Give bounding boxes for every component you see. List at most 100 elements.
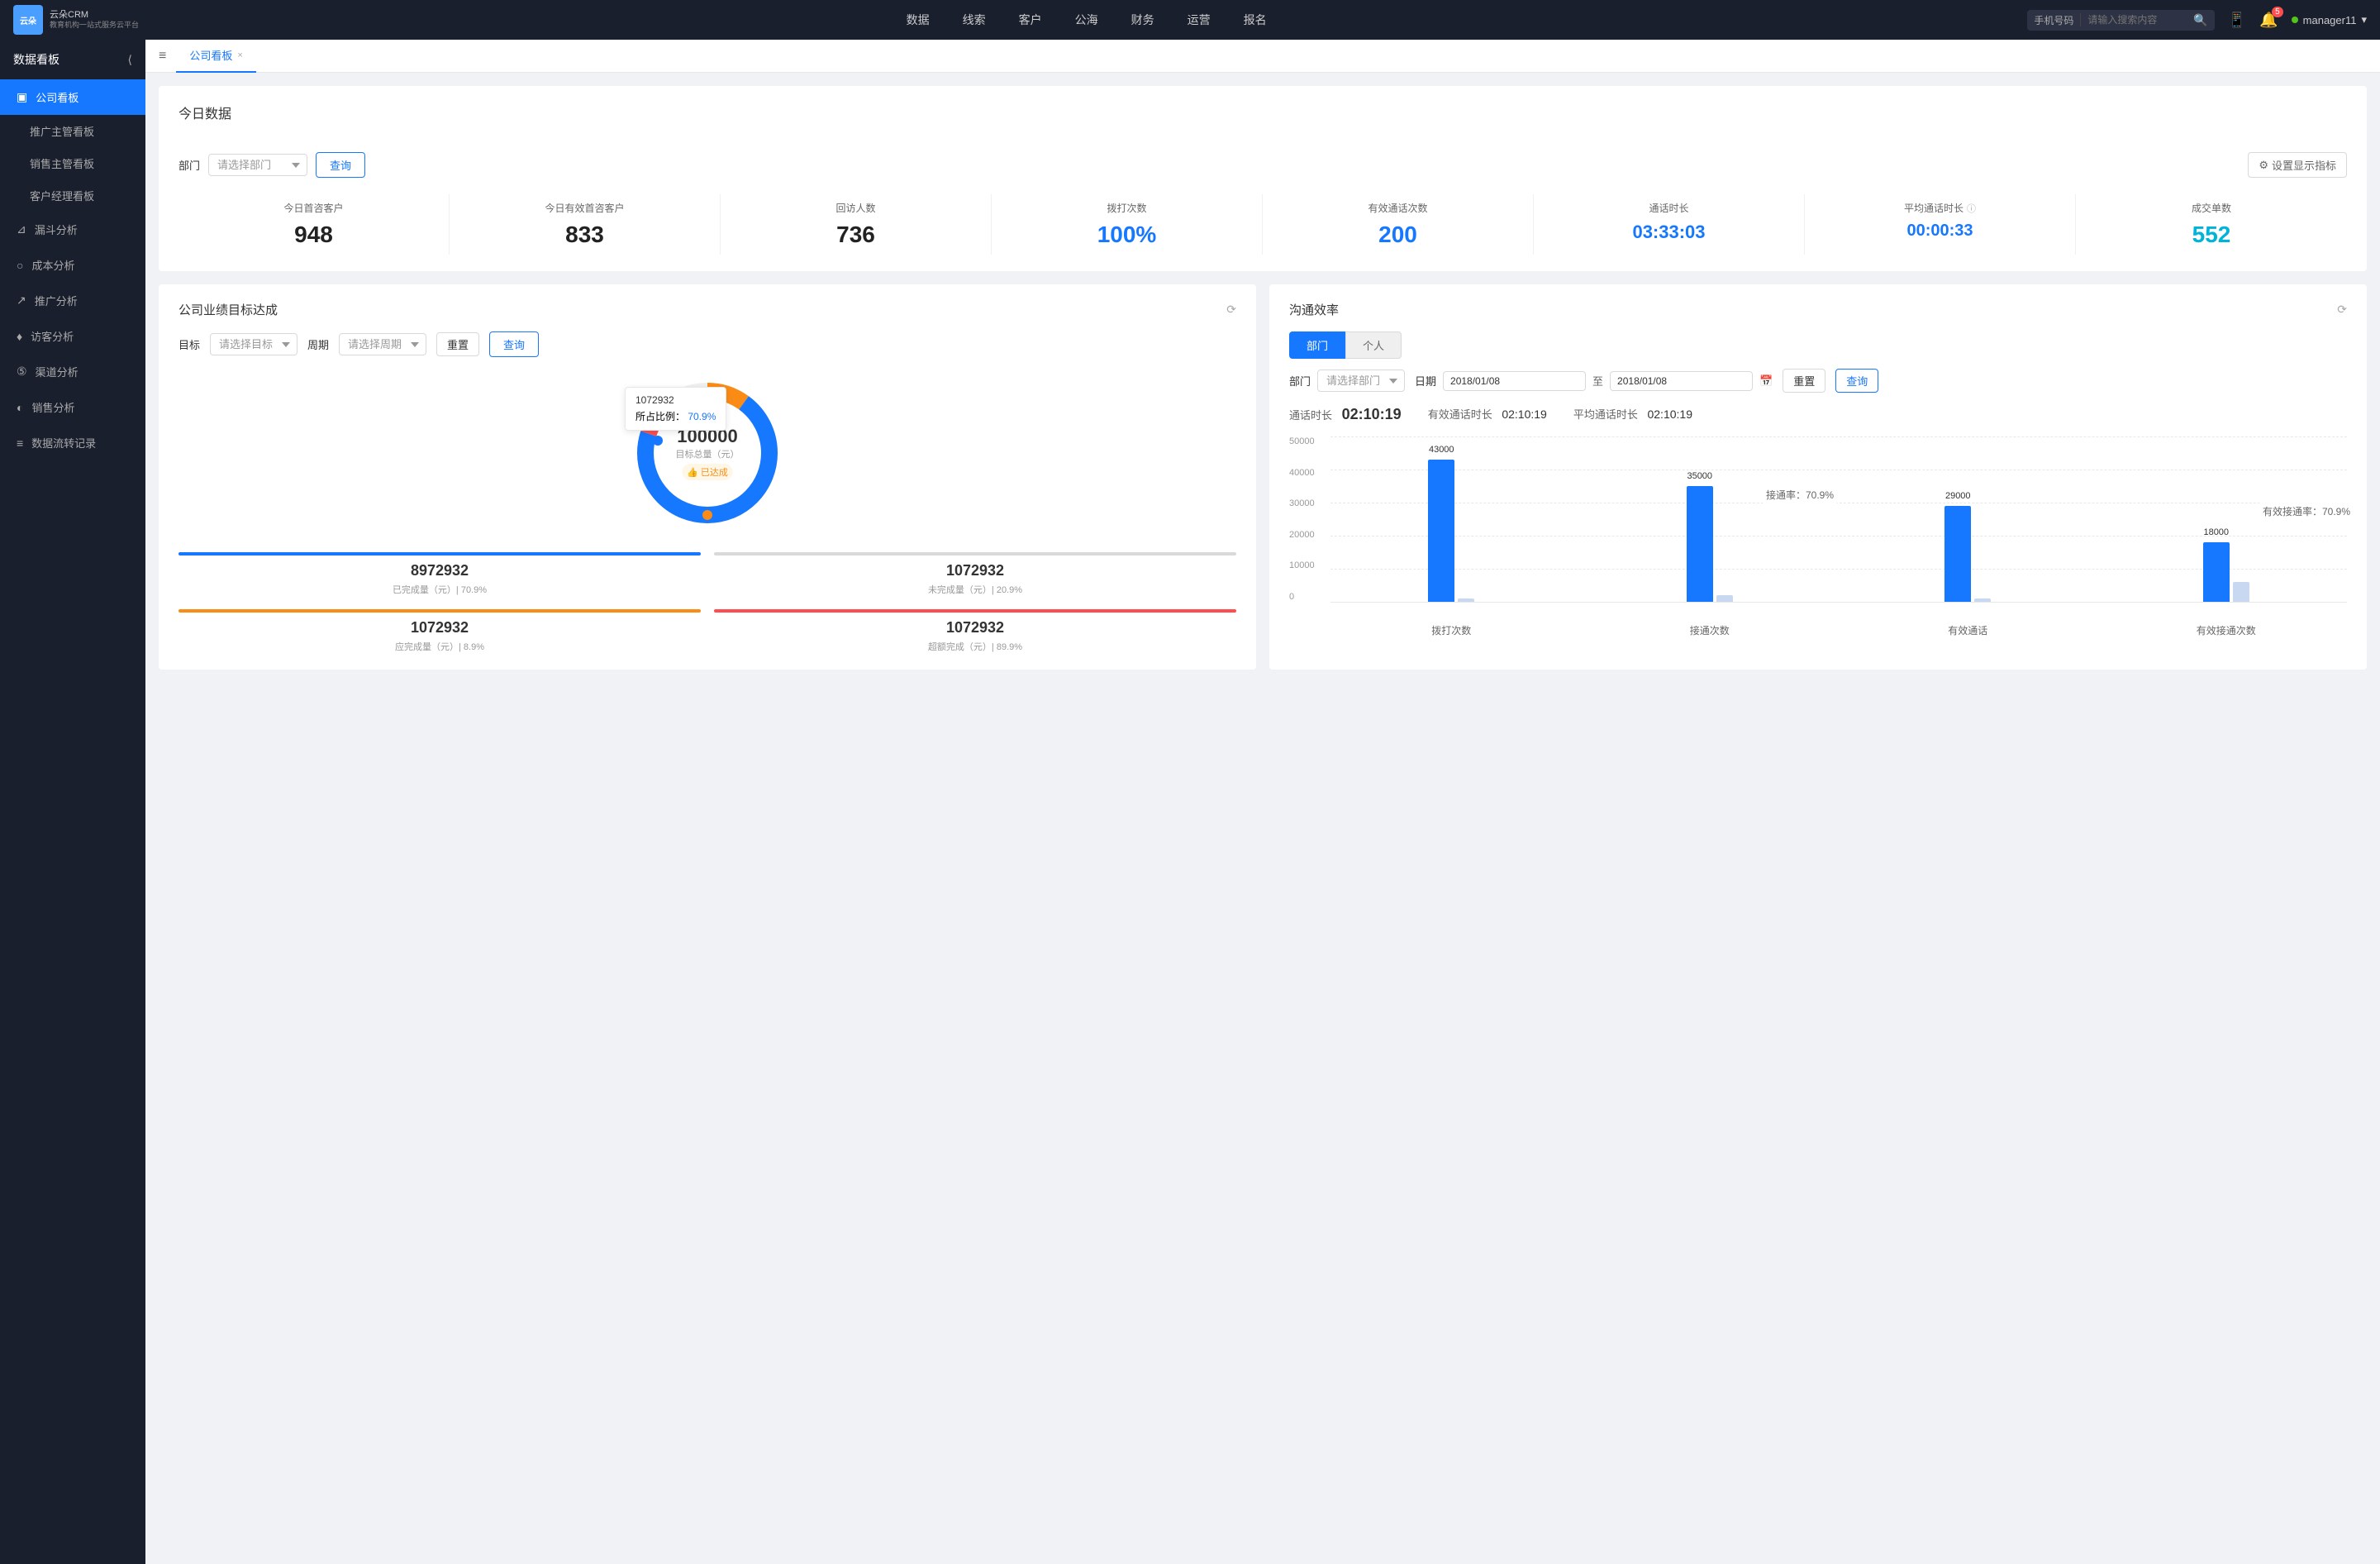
over-complete-value: 1072932 <box>714 619 1236 637</box>
sidebar-item-visitor-label: 访客分析 <box>31 328 74 344</box>
y-label-30k: 30000 <box>1289 498 1315 508</box>
donut-tooltip-id: 1072932 <box>635 394 716 406</box>
y-label-50k: 50000 <box>1289 436 1315 446</box>
goal-target-select[interactable]: 请选择目标 <box>210 333 298 355</box>
sidebar-item-cost[interactable]: ○ 成本分析 <box>0 247 145 283</box>
sidebar-item-data-flow[interactable]: ≡ 数据流转记录 <box>0 425 145 460</box>
goal-chart-header: 公司业绩目标达成 ⟳ <box>178 301 1236 318</box>
tablet-icon[interactable]: 📱 <box>2228 12 2246 29</box>
sales-icon: ◐ <box>17 401 23 414</box>
goal-reset-button[interactable]: 重置 <box>436 332 479 356</box>
comm-date-to[interactable] <box>1610 371 1753 391</box>
nav-registration[interactable]: 报名 <box>1237 8 1273 31</box>
goal-query-button[interactable]: 查询 <box>489 331 539 357</box>
nav-customers[interactable]: 客户 <box>1012 8 1049 31</box>
tab-close-button[interactable]: × <box>237 50 242 60</box>
comm-stat-effective-value: 02:10:19 <box>1502 408 1547 421</box>
sidebar-item-cost-label: 成本分析 <box>31 257 74 273</box>
sidebar-item-sales-mgr[interactable]: 销售主管看板 <box>0 147 145 179</box>
visitor-icon: ♦ <box>17 330 22 343</box>
comm-stat-effective-label: 有效通话时长 <box>1428 408 1492 421</box>
goal-stat-uncompleted: 1072932 未完成量（元）| 20.9% <box>714 552 1236 596</box>
metric-avg-duration-value: 00:00:33 <box>1808 222 2072 241</box>
sidebar-item-channel[interactable]: ⑤ 渠道分析 <box>0 354 145 389</box>
sidebar-item-funnel-label: 漏斗分析 <box>35 222 78 237</box>
today-data-filter: 今日数据 <box>178 103 231 136</box>
comm-dept-label: 部门 <box>1289 373 1311 389</box>
nav-leads[interactable]: 线索 <box>956 8 992 31</box>
metric-first-consult-label: 今日首咨客户 <box>182 201 445 215</box>
top-navigation: 云朵 云朵CRM 教育机构一站式服务云平台 数据 线索 客户 公海 财务 运营 … <box>0 0 2380 40</box>
tab-menu-button[interactable]: ≡ <box>159 49 166 64</box>
sidebar-item-client-mgr[interactable]: 客户经理看板 <box>0 179 145 212</box>
completed-label: 已完成量（元）| 70.9% <box>178 583 701 596</box>
sidebar-item-promoter[interactable]: 推广主管看板 <box>0 115 145 147</box>
goal-target-label: 目标 <box>178 336 200 352</box>
calendar-icon[interactable]: 📅 <box>1759 374 1773 388</box>
dept-filter-label: 部门 <box>178 157 200 173</box>
goal-period-select[interactable]: 请选择周期 <box>339 333 426 355</box>
bars-container: 43000 接通率：70.9% <box>1330 436 2347 602</box>
comm-filter: 部门 请选择部门 日期 至 📅 重置 <box>1289 369 2347 393</box>
metric-first-consult: 今日首咨客户 948 <box>178 194 450 255</box>
date-separator: 至 <box>1592 373 1603 389</box>
sidebar-item-funnel[interactable]: ⊿ 漏斗分析 <box>0 212 145 247</box>
tab-label: 公司看板 <box>189 47 232 63</box>
metric-call-duration-label: 通话时长 <box>1537 201 1801 215</box>
sidebar-item-company[interactable]: ▣ 公司看板 <box>0 79 145 115</box>
comm-date-from[interactable] <box>1443 371 1586 391</box>
search-icon[interactable]: 🔍 <box>2193 13 2207 27</box>
x-label-dial: 拨打次数 <box>1330 623 1573 637</box>
dept-filter-select[interactable]: 请选择部门 <box>208 154 307 176</box>
metric-effective-consult: 今日有效首咨客户 833 <box>450 194 721 255</box>
nav-finance[interactable]: 财务 <box>1125 8 1161 31</box>
donut-center: 100000 目标总量（元） 👍 已达成 <box>676 426 740 480</box>
content-area: ≡ 公司看板 × 今日数据 部门 请选择部门 <box>145 40 2380 1564</box>
x-label-connect: 接通次数 <box>1589 623 1831 637</box>
comm-date-label: 日期 <box>1415 373 1436 389</box>
sidebar-item-channel-label: 渠道分析 <box>36 364 79 379</box>
comm-tab-dept[interactable]: 部门 <box>1289 331 1345 359</box>
bar-group-effective-connect: 有效接通率：70.9% 18000 <box>2106 436 2348 602</box>
logo-icon: 云朵 <box>13 5 43 35</box>
nav-data[interactable]: 数据 <box>900 8 936 31</box>
sidebar-item-promotion[interactable]: ↗ 推广分析 <box>0 283 145 318</box>
metric-revisit-label: 回访人数 <box>724 201 988 215</box>
user-info[interactable]: manager11 ▾ <box>2292 13 2367 26</box>
goal-chart-title: 公司业绩目标达成 <box>178 301 278 318</box>
today-data-query-button[interactable]: 查询 <box>316 152 365 178</box>
comm-reset-button[interactable]: 重置 <box>1783 369 1825 393</box>
x-label-eff-connect: 有效接通次数 <box>2106 623 2348 637</box>
bar-eff-connect-secondary <box>2233 582 2249 602</box>
sidebar-item-sales[interactable]: ◐ 销售分析 <box>0 389 145 425</box>
notification-icon[interactable]: 🔔 5 <box>2259 12 2278 29</box>
nav-operations[interactable]: 运营 <box>1181 8 1217 31</box>
bar-connect-main: 35000 <box>1687 486 1713 602</box>
comm-tabs: 部门 个人 <box>1289 331 2347 359</box>
bar-dial-label: 43000 <box>1429 445 1454 455</box>
goal-chart-refresh-icon[interactable]: ⟳ <box>1226 303 1236 317</box>
nav-sea[interactable]: 公海 <box>1069 8 1105 31</box>
goal-period-label: 周期 <box>307 336 329 352</box>
settings-display-button[interactable]: ⚙ 设置显示指标 <box>2248 152 2347 178</box>
sidebar-item-visitor[interactable]: ♦ 访客分析 <box>0 318 145 354</box>
main-layout: 数据看板 ⟨ ▣ 公司看板 推广主管看板 销售主管看板 客户经理看板 ⊿ 漏斗分… <box>0 40 2380 1564</box>
comm-tab-personal[interactable]: 个人 <box>1345 331 1402 359</box>
goal-controls: 目标 请选择目标 周期 请选择周期 重置 查询 <box>178 331 1236 357</box>
comm-dept-select[interactable]: 请选择部门 <box>1317 370 1405 392</box>
over-complete-bar <box>714 609 1236 613</box>
sidebar-toggle[interactable]: ⟨ <box>128 53 132 67</box>
metric-avg-duration-label: 平均通话时长 ⓘ <box>1808 201 2072 215</box>
comm-chart-refresh-icon[interactable]: ⟳ <box>2337 303 2347 317</box>
connect-rate-label: 接通率：70.9% <box>1761 486 1839 503</box>
metric-avg-duration: 平均通话时长 ⓘ 00:00:33 <box>1805 194 2076 255</box>
sidebar-header: 数据看板 ⟨ <box>0 40 145 79</box>
search-input[interactable] <box>2087 14 2187 26</box>
comm-query-button[interactable]: 查询 <box>1835 369 1878 393</box>
username: manager11 <box>2303 14 2357 26</box>
donut-tooltip-rate: 所占比例： 70.9% <box>635 409 716 423</box>
tab-company-board[interactable]: 公司看板 × <box>176 40 255 73</box>
effective-connect-rate-label: 有效接通率：70.9% <box>2258 503 2355 520</box>
search-type-select[interactable]: 手机号码 <box>2034 13 2073 27</box>
donut-achieved-badge: 👍 已达成 <box>682 464 733 480</box>
